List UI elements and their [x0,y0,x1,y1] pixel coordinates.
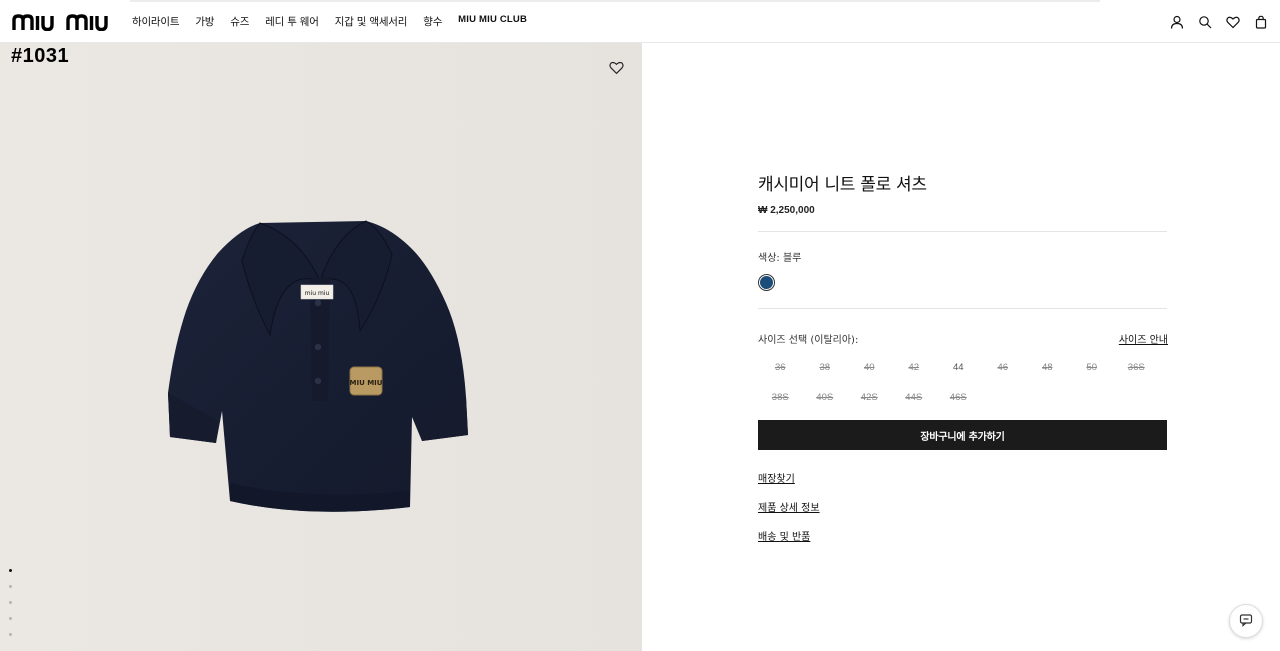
product-price: ₩ 2,250,000 [758,205,815,216]
color-label: 색상: [758,253,780,264]
size-option[interactable]: 44S [892,390,937,406]
size-option[interactable]: 42 [892,360,937,376]
color-swatch-blue[interactable] [758,274,775,291]
gallery-dot-4[interactable] [9,617,12,620]
size-label: 사이즈 선택 (이탈리아): [758,335,859,346]
gallery-dot-3[interactable] [9,601,12,604]
header-icons [1170,14,1268,29]
color-value: 블루 [782,253,802,264]
nav-item-fragrance[interactable]: 향수 [423,14,442,29]
chat-button[interactable] [1229,604,1263,638]
size-header: 사이즈 선택 (이탈리아): 사이즈 안내 [758,331,1168,346]
header-top-line [130,0,1100,2]
size-option[interactable]: 38 [803,360,848,376]
heart-icon[interactable] [1226,14,1240,29]
size-option[interactable]: 40S [803,390,848,406]
brand-logo[interactable] [12,11,116,33]
shipping-returns-link[interactable]: 배송 및 반품 [758,528,1168,543]
nav-item-ready-to-wear[interactable]: 레디 투 웨어 [265,14,319,29]
nav-item-shoes[interactable]: 슈즈 [230,14,249,29]
size-option[interactable]: 50 [1070,360,1115,376]
nav-item-highlights[interactable]: 하이라이트 [132,14,180,29]
patch-text: MIU MIU [350,379,383,387]
product-details-link[interactable]: 제품 상세 정보 [758,499,1168,514]
size-option[interactable]: 40 [847,360,892,376]
product-image-polo-shirt: miu miu MIU MIU [168,220,468,512]
size-option[interactable]: 42S [847,390,892,406]
divider [758,231,1167,232]
site-header: 하이라이트 가방 슈즈 레디 투 웨어 지갑 및 액세서리 향수 MIU MIU… [0,0,1280,43]
gallery-dot-5[interactable] [9,633,12,636]
wishlist-heart-icon[interactable] [609,60,624,75]
product-info: 캐시미어 니트 폴로 셔츠 ₩ 2,250,000 색상: 블루 사이즈 선택 … [758,170,1168,543]
size-options: 36 38 40 42 44 46 48 50 36S 38S 40S 42S … [758,360,1168,406]
bag-icon[interactable] [1254,14,1268,29]
size-option[interactable]: 44 [936,360,981,376]
nav-item-bags[interactable]: 가방 [195,14,214,29]
nav-item-miu-miu-club[interactable]: MIU MIU CLUB [458,14,527,29]
size-option[interactable]: 36 [758,360,803,376]
gallery-dot-2[interactable] [9,585,12,588]
product-code: #1031 [11,45,70,67]
size-option[interactable]: 36S [1114,360,1159,376]
gallery-pagination [9,569,12,636]
divider [758,308,1167,309]
color-row: 색상: 블루 [758,249,1168,264]
gallery-dot-1[interactable] [9,569,12,572]
add-to-cart-button[interactable]: 장바구니에 추가하기 [758,420,1167,450]
neck-label-text: miu miu [305,290,330,297]
size-guide-link[interactable]: 사이즈 안내 [1119,331,1168,346]
size-option[interactable]: 48 [1025,360,1070,376]
product-gallery[interactable]: #1031 miu miu MIU MIU [0,43,642,651]
product-links: 매장찾기 제품 상세 정보 배송 및 반품 [758,470,1168,543]
size-option[interactable]: 46S [936,390,981,406]
nav-item-wallets-accessories[interactable]: 지갑 및 액세서리 [335,14,408,29]
chat-icon [1239,612,1253,631]
search-icon[interactable] [1198,14,1212,29]
size-option[interactable]: 46 [981,360,1026,376]
main-nav: 하이라이트 가방 슈즈 레디 투 웨어 지갑 및 액세서리 향수 MIU MIU… [132,14,543,29]
user-icon[interactable] [1170,14,1184,29]
size-option[interactable]: 38S [758,390,803,406]
store-locator-link[interactable]: 매장찾기 [758,470,1168,485]
product-title: 캐시미어 니트 폴로 셔츠 [758,175,927,195]
